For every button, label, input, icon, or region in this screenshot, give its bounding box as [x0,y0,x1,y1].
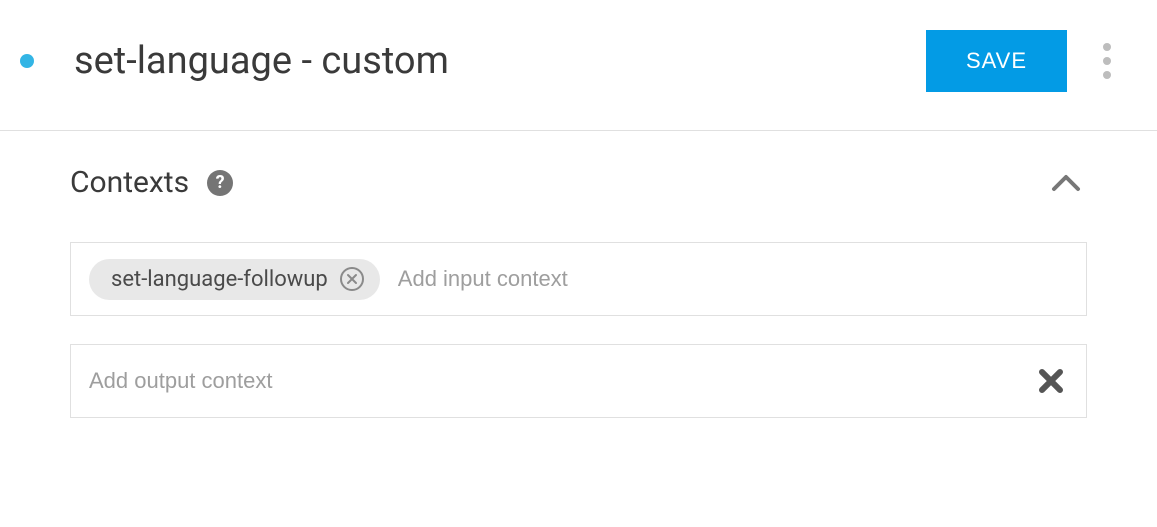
output-context-field[interactable] [89,368,1034,394]
more-menu-icon[interactable] [1097,37,1117,85]
save-button[interactable]: SAVE [926,30,1067,92]
contexts-header[interactable]: Contexts ? [70,165,1087,200]
header-bar: set-language - custom SAVE [0,0,1157,131]
context-chip-label: set-language-followup [111,267,328,292]
help-icon[interactable]: ? [207,170,233,196]
input-context-field[interactable] [398,266,1068,292]
intent-title[interactable]: set-language - custom [74,39,926,83]
contexts-section: Contexts ? set-language-followup [0,131,1157,466]
contexts-title: Contexts [70,165,189,200]
chip-remove-icon[interactable] [340,267,364,291]
chevron-up-icon[interactable] [1045,167,1087,199]
output-context-box[interactable] [70,344,1087,418]
input-context-box[interactable]: set-language-followup [70,242,1087,316]
close-icon[interactable] [1034,364,1068,398]
context-chip: set-language-followup [89,259,380,300]
status-dot [20,54,34,68]
